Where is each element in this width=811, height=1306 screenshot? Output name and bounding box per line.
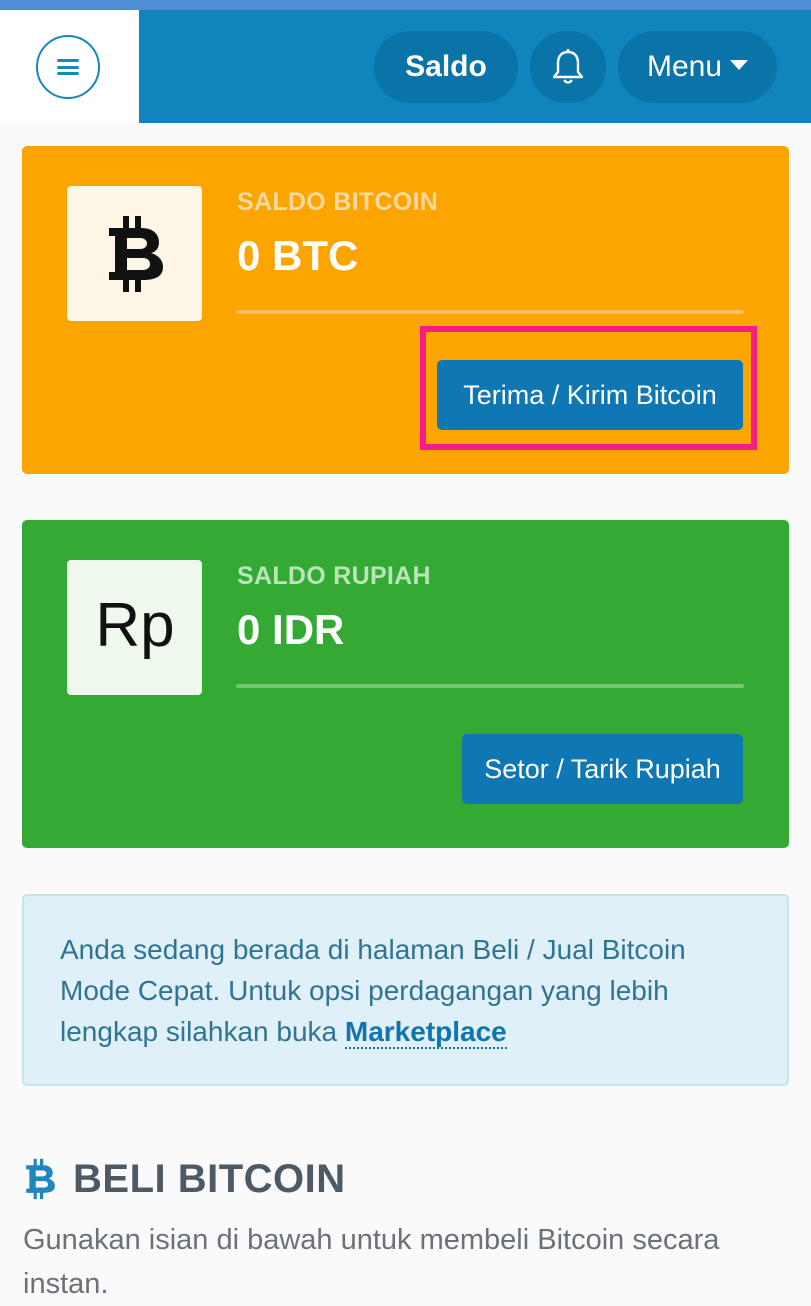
caret-down-icon: [730, 60, 749, 70]
menu-label: Menu: [646, 50, 723, 83]
info-alert: Anda sedang berada di halaman Beli / Jua…: [22, 894, 789, 1086]
top-accent-bar: [0, 0, 811, 10]
saldo-label: Saldo: [405, 50, 487, 83]
notification-button[interactable]: [530, 31, 606, 103]
receive-send-bitcoin-button[interactable]: Terima / Kirim Bitcoin: [437, 360, 743, 430]
bitcoin-balance-label: SALDO BITCOIN: [237, 188, 439, 216]
card-divider: [236, 310, 744, 314]
menu-dropdown-button[interactable]: Menu: [618, 31, 777, 103]
rupiah-icon-box: Rp: [67, 560, 202, 695]
buy-bitcoin-title: BELI BITCOIN: [73, 1156, 346, 1201]
rupiah-balance-card: Rp SALDO RUPIAH 0 IDR Setor / Tarik Rupi…: [22, 520, 789, 848]
bitcoin-icon: [108, 215, 163, 292]
bitcoin-balance-value: 0 BTC: [237, 232, 359, 279]
bitcoin-balance-card: SALDO BITCOIN 0 BTC Terima / Kirim Bitco…: [22, 146, 789, 474]
rupiah-balance-label: SALDO RUPIAH: [237, 562, 431, 590]
rupiah-icon: Rp: [95, 591, 174, 660]
bell-icon: [552, 49, 584, 84]
marketplace-link[interactable]: Marketplace: [344, 1016, 507, 1049]
rupiah-balance-value: 0 IDR: [237, 606, 345, 653]
deposit-withdraw-rupiah-button[interactable]: Setor / Tarik Rupiah: [462, 734, 743, 804]
buy-bitcoin-description: Gunakan isian di bawah untuk membeli Bit…: [23, 1224, 720, 1300]
buy-bitcoin-heading: BELI BITCOIN: [23, 1156, 346, 1202]
bitcoin-icon: [26, 1158, 55, 1200]
svg-text:Rp: Rp: [95, 591, 174, 660]
hamburger-container: [0, 10, 139, 123]
top-header: Saldo Menu: [0, 10, 811, 123]
hamburger-icon[interactable]: [36, 35, 100, 99]
bitcoin-icon-box: [67, 186, 202, 321]
receive-send-bitcoin-label: Terima / Kirim Bitcoin: [463, 379, 717, 410]
saldo-button[interactable]: Saldo: [374, 31, 518, 103]
card-divider: [236, 684, 744, 688]
deposit-withdraw-rupiah-label: Setor / Tarik Rupiah: [484, 753, 721, 784]
